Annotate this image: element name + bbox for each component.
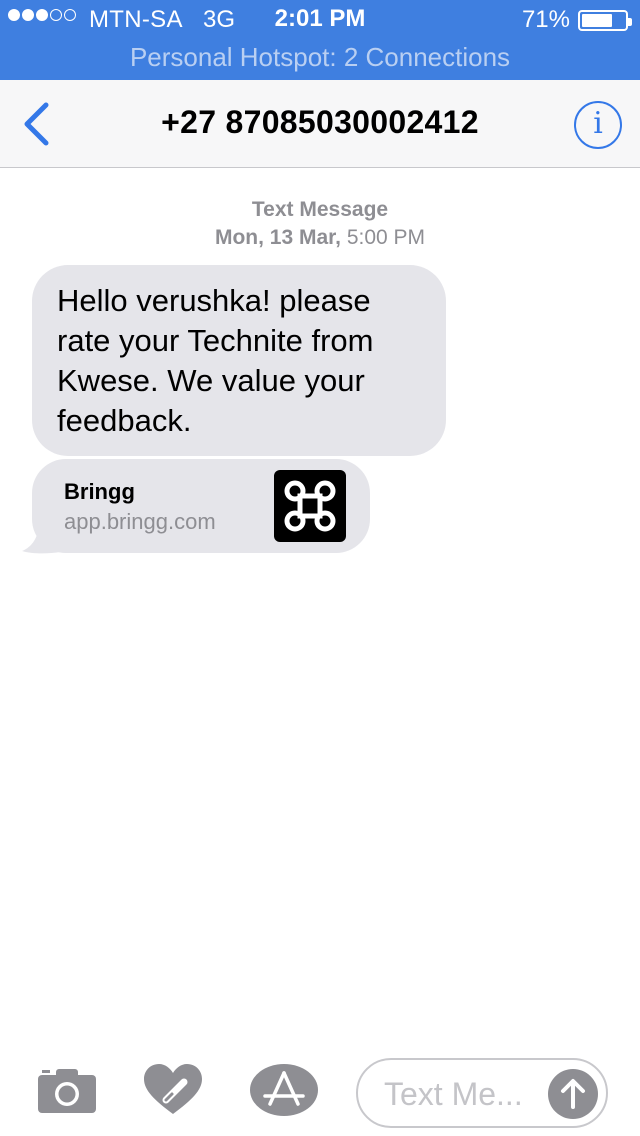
timestamp-time: 5:00 PM: [346, 226, 426, 249]
link-site-name: Bringg: [64, 479, 135, 504]
status-bar: MTN-SA 3G 2:01 PM 71%: [0, 0, 640, 40]
arrow-up-icon[interactable]: [548, 1069, 598, 1119]
compose-bar: Text Me...: [0, 1040, 640, 1136]
timestamp-date: Mon, 13 Mar,: [214, 226, 341, 249]
status-area: MTN-SA 3G 2:01 PM 71% Personal Hotspot: …: [0, 0, 640, 80]
hotspot-banner[interactable]: Personal Hotspot: 2 Connections: [0, 42, 640, 73]
bringg-logo-icon: [274, 470, 346, 542]
link-preview-card[interactable]: Bringg app.bringg.com: [32, 459, 370, 553]
message-input[interactable]: Text Me...: [356, 1058, 608, 1128]
incoming-message-bubble[interactable]: Hello verushka! please rate your Technit…: [32, 265, 446, 456]
battery-level-fill: [582, 14, 612, 27]
info-icon[interactable]: i: [574, 101, 622, 149]
timestamp-kind: Text Message: [251, 198, 389, 221]
navigation-bar: +27 87085030002412 i: [0, 80, 640, 168]
battery-tip: [628, 18, 632, 26]
message-timestamp: Text Message Mon, 13 Mar, 5:00 PM: [0, 196, 640, 252]
camera-icon[interactable]: [38, 1064, 96, 1116]
contact-phone-number: +27 87085030002412: [161, 104, 479, 140]
heart-touch-icon[interactable]: [144, 1064, 202, 1116]
app-store-icon[interactable]: [250, 1064, 318, 1116]
conversation-view[interactable]: Text Message Mon, 13 Mar, 5:00 PM Hello …: [0, 168, 640, 1040]
link-domain: app.bringg.com: [64, 509, 216, 534]
message-input-placeholder: Text Me...: [384, 1076, 523, 1112]
battery-percent: 71%: [521, 6, 570, 33]
battery-icon: [578, 10, 632, 31]
